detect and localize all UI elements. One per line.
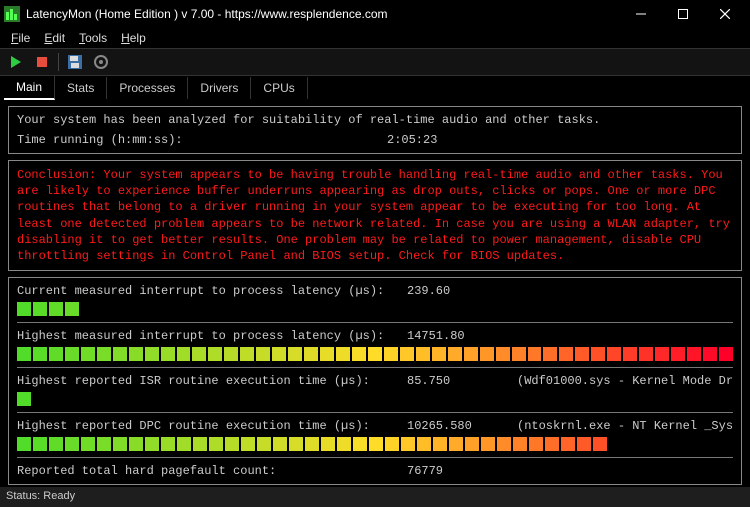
- save-icon: [67, 54, 83, 70]
- conclusion-panel: Conclusion: Your system appears to be ha…: [8, 160, 742, 271]
- app-icon: [4, 6, 20, 22]
- tab-cpus[interactable]: CPUs: [251, 77, 307, 99]
- divider: [17, 457, 733, 458]
- play-button[interactable]: [6, 52, 26, 72]
- divider: [17, 322, 733, 323]
- runtime-value: 2:05:23: [387, 133, 437, 147]
- minimize-button[interactable]: [620, 0, 662, 28]
- menu-file[interactable]: File: [6, 29, 35, 47]
- window-title: LatencyMon (Home Edition ) v 7.00 - http…: [26, 7, 620, 21]
- current-label: Current measured interrupt to process la…: [17, 284, 407, 298]
- maximize-icon: [678, 9, 688, 19]
- analysis-text: Your system has been analyzed for suitab…: [17, 113, 733, 127]
- save-button[interactable]: [65, 52, 85, 72]
- highest_latency-value: 14751.80: [407, 329, 517, 343]
- tab-main[interactable]: Main: [4, 76, 55, 100]
- titlebar: LatencyMon (Home Edition ) v 7.00 - http…: [0, 0, 750, 28]
- close-button[interactable]: [704, 0, 746, 28]
- menu-help[interactable]: Help: [116, 29, 151, 47]
- tab-stats[interactable]: Stats: [55, 77, 107, 99]
- tab-processes[interactable]: Processes: [107, 77, 188, 99]
- highest_latency-label: Highest measured interrupt to process la…: [17, 329, 407, 343]
- dpc-detail: (ntoskrnl.exe - NT Kernel _System, Micro…: [517, 419, 733, 433]
- play-icon: [9, 55, 23, 69]
- runtime-label: Time running (h:mm:ss):: [17, 133, 387, 147]
- isr-bar: [17, 392, 733, 406]
- current-value: 239.60: [407, 284, 517, 298]
- menubar: File Edit Tools Help: [0, 28, 750, 48]
- stop-icon: [35, 55, 49, 69]
- main-content: Your system has been analyzed for suitab…: [0, 100, 750, 497]
- divider: [17, 367, 733, 368]
- pagefault-label: Reported total hard pagefault count:: [17, 464, 407, 478]
- dpc-bar: [17, 437, 733, 451]
- isr-label: Highest reported ISR routine execution t…: [17, 374, 407, 388]
- tabs: Main Stats Processes Drivers CPUs: [0, 76, 750, 100]
- highest_latency-bar: [17, 347, 733, 361]
- status-bar: Status: Ready: [0, 487, 750, 507]
- stop-button[interactable]: [32, 52, 52, 72]
- gear-icon: [93, 54, 109, 70]
- minimize-icon: [636, 9, 646, 19]
- toolbar: [0, 48, 750, 76]
- menu-edit[interactable]: Edit: [39, 29, 70, 47]
- metrics-panel: Current measured interrupt to process la…: [8, 277, 742, 485]
- toolbar-separator: [58, 53, 59, 71]
- dpc-label: Highest reported DPC routine execution t…: [17, 419, 407, 433]
- summary-panel: Your system has been analyzed for suitab…: [8, 106, 742, 154]
- menu-tools[interactable]: Tools: [74, 29, 112, 47]
- maximize-button[interactable]: [662, 0, 704, 28]
- close-icon: [720, 9, 730, 19]
- conclusion-text: Conclusion: Your system appears to be ha…: [17, 167, 733, 264]
- dpc-value: 10265.580: [407, 419, 517, 433]
- divider: [17, 412, 733, 413]
- settings-button[interactable]: [91, 52, 111, 72]
- isr-value: 85.750: [407, 374, 517, 388]
- tab-drivers[interactable]: Drivers: [188, 77, 251, 99]
- pagefault-value: 76779: [407, 464, 517, 478]
- isr-detail: (Wdf01000.sys - Kernel Mode Driver Frame…: [517, 374, 733, 388]
- current-bar: [17, 302, 733, 316]
